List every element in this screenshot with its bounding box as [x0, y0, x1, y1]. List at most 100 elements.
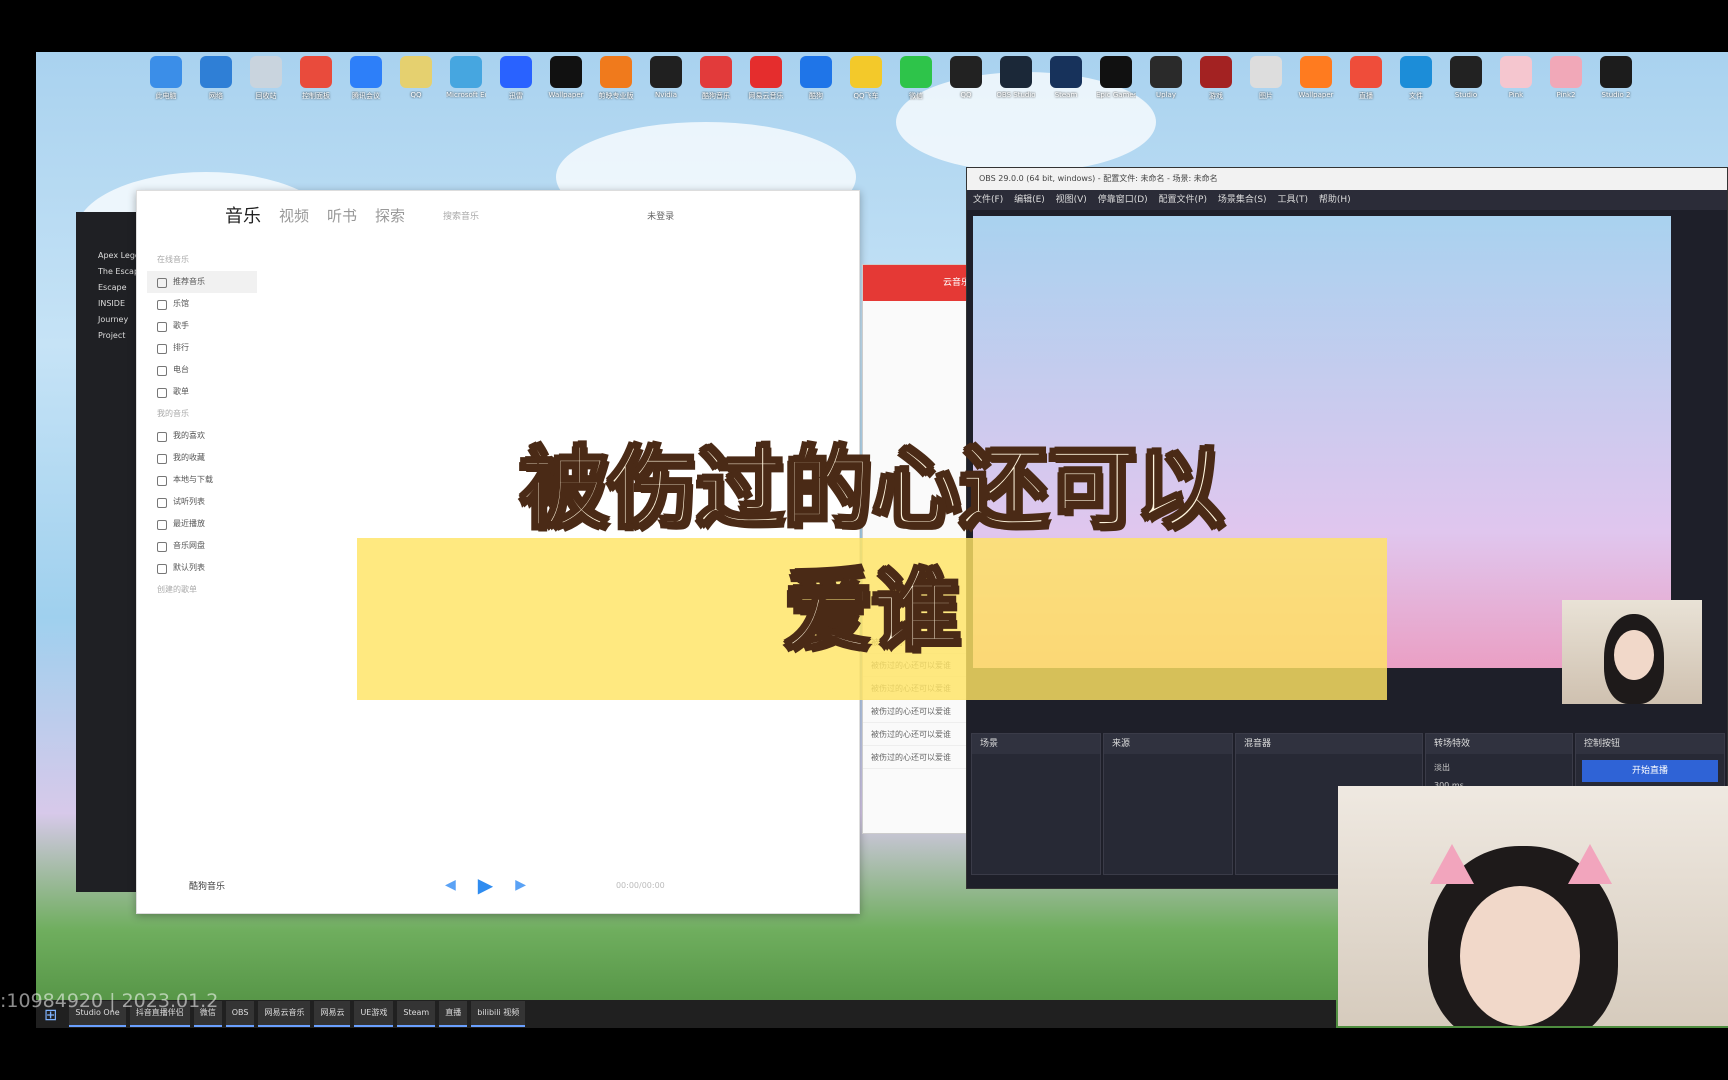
sidebar-item[interactable]: 默认列表	[147, 557, 257, 579]
start-streaming-button[interactable]: 开始直播	[1582, 760, 1718, 782]
desktop-shortcut[interactable]: Epic Games Launcher	[1096, 56, 1136, 101]
dock-title: 来源	[1104, 734, 1232, 754]
sidebar-section: 在线音乐	[157, 255, 189, 264]
menu-item[interactable]: 视图(V)	[1056, 195, 1098, 205]
taskbar-button[interactable]: 网易云	[314, 1001, 351, 1027]
desktop-shortcut[interactable]: Wallpaper	[1296, 56, 1336, 101]
menu-item[interactable]: 工具(T)	[1277, 195, 1318, 205]
desktop-shortcut[interactable]: Studio	[1446, 56, 1486, 101]
desktop-shortcut[interactable]: 微信	[896, 56, 936, 101]
desktop-shortcut[interactable]: 文件	[1396, 56, 1436, 101]
next-icon[interactable]: ▶	[515, 877, 526, 893]
user-name[interactable]: 未登录	[647, 209, 674, 222]
shortcut-label: Pink	[1508, 91, 1524, 99]
sidebar-item[interactable]: 我的喜欢	[147, 425, 257, 447]
desktop-shortcut[interactable]: Pink2	[1546, 56, 1586, 101]
taskbar-button[interactable]: Steam	[397, 1001, 436, 1027]
sidebar-item[interactable]: 本地与下载	[147, 469, 257, 491]
desktop-shortcut[interactable]: 直播	[1346, 56, 1386, 101]
app-icon	[350, 56, 382, 88]
app-icon	[1600, 56, 1632, 88]
desktop-shortcut[interactable]: Steam	[1046, 56, 1086, 101]
tab-video[interactable]: 视频	[279, 205, 309, 226]
shortcut-label: 文件	[1409, 92, 1423, 100]
sidebar-item[interactable]: 歌单	[147, 381, 257, 403]
taskbar-button[interactable]: UE游戏	[354, 1001, 394, 1027]
desktop-shortcut[interactable]: Wallpaper	[546, 56, 586, 101]
desktop-shortcut[interactable]: QQ	[946, 56, 986, 101]
shortcut-label: 酷狗	[809, 92, 823, 100]
tab-explore[interactable]: 探索	[375, 205, 405, 226]
desktop-shortcut[interactable]: OBS Studio	[996, 56, 1036, 101]
desktop-shortcut[interactable]: Pink	[1496, 56, 1536, 101]
shortcut-label: Pink2	[1556, 91, 1576, 99]
time-display: 00:00/00:00	[615, 880, 665, 890]
desktop-shortcut[interactable]: QQ飞车	[846, 56, 886, 101]
app-icon	[700, 56, 732, 88]
desktop-shortcut[interactable]: Uplay	[1146, 56, 1186, 101]
desktop-shortcut[interactable]: QQ	[396, 56, 436, 101]
app-icon	[1400, 56, 1432, 88]
menu-item[interactable]: 场景集合(S)	[1218, 195, 1278, 205]
desktop-shortcut[interactable]: 网易云音乐	[746, 56, 786, 101]
now-playing: 酷狗音乐	[189, 881, 226, 892]
sidebar-item[interactable]: 我的收藏	[147, 447, 257, 469]
sidebar-item[interactable]: 音乐网盘	[147, 535, 257, 557]
desktop-shortcut[interactable]: 网络	[196, 56, 236, 101]
taskbar-button[interactable]: 直播	[439, 1001, 468, 1027]
desktop-shortcut[interactable]: 回收站	[246, 56, 286, 101]
sidebar-item[interactable]: 最近播放	[147, 513, 257, 535]
tab-music[interactable]: 音乐	[225, 202, 261, 228]
desktop-shortcut[interactable]: Microsoft Edge	[446, 56, 486, 101]
menu-item[interactable]: 配置文件(P)	[1159, 195, 1218, 205]
taskbar-button[interactable]: bilibili 视频	[471, 1001, 526, 1027]
desktop-shortcut[interactable]: Studio 2	[1596, 56, 1636, 101]
app-icon	[1550, 56, 1582, 88]
music-topbar: 音乐 视频 听书 探索 搜索音乐 未登录	[137, 191, 859, 239]
sidebar-item[interactable]: 推荐音乐	[147, 271, 257, 293]
taskbar-button[interactable]: 网易云音乐	[258, 1001, 311, 1027]
menu-item[interactable]: 文件(F)	[973, 195, 1014, 205]
search-input[interactable]: 搜索音乐	[443, 209, 479, 222]
sidebar-item[interactable]: 排行	[147, 337, 257, 359]
shortcut-label: 图片	[1259, 92, 1273, 100]
desktop-shortcut[interactable]: 游戏	[1196, 56, 1236, 101]
desktop-shortcut[interactable]: 迅雷	[496, 56, 536, 101]
app-icon	[950, 56, 982, 88]
sidebar-item[interactable]: 歌手	[147, 315, 257, 337]
app-icon	[750, 56, 782, 88]
shortcut-label: 游戏	[1209, 92, 1223, 100]
desktop-shortcut[interactable]: 酷狗	[796, 56, 836, 101]
desktop-shortcut[interactable]: 此电脑	[146, 56, 186, 101]
app-icon	[250, 56, 282, 88]
menu-item[interactable]: 停靠窗口(D)	[1098, 195, 1159, 205]
desktop-shortcut[interactable]: Nvidia	[646, 56, 686, 101]
song-cell: 被伤过的心还可以爱谁	[871, 706, 951, 716]
menu-item[interactable]: 编辑(E)	[1014, 195, 1056, 205]
desktop-shortcut[interactable]: 剪映专业版	[596, 56, 636, 101]
sidebar-section: 创建的歌单	[157, 585, 197, 594]
desktop-shortcut[interactable]: 酷狗音乐	[696, 56, 736, 101]
shortcut-label: 此电脑	[155, 92, 177, 100]
app-icon	[1300, 56, 1332, 88]
sidebar-item[interactable]: 电台	[147, 359, 257, 381]
previous-icon[interactable]: ◀	[445, 877, 456, 893]
song-cell: 被伤过的心还可以爱谁	[871, 752, 951, 762]
desktop-shortcut[interactable]: 控制面板	[296, 56, 336, 101]
sidebar-item[interactable]: 试听列表	[147, 491, 257, 513]
desktop-shortcut[interactable]: 腾讯会议	[346, 56, 386, 101]
tab-audiobook[interactable]: 听书	[327, 205, 357, 226]
transition-select[interactable]: 淡出	[1434, 762, 1564, 773]
desktop-shortcut[interactable]: 图片	[1246, 56, 1286, 101]
taskbar: ⊞ Studio One 抖音直播伴侣 微信 OBS 网易云音乐 网易云 UE游戏 Steam 直…	[36, 1000, 1336, 1028]
play-icon[interactable]: ▶	[478, 873, 493, 897]
shortcut-label: 回收站	[255, 92, 277, 100]
app-icon	[150, 56, 182, 88]
app-icon	[200, 56, 232, 88]
cat-ear-right	[1568, 844, 1612, 884]
shortcut-label: Uplay	[1156, 91, 1176, 99]
sidebar-item[interactable]: 乐馆	[147, 293, 257, 315]
obs-title: OBS 29.0.0 (64 bit, windows) - 配置文件: 未命名…	[967, 168, 1727, 190]
taskbar-button[interactable]: OBS	[225, 1001, 255, 1027]
menu-item[interactable]: 帮助(H)	[1319, 195, 1351, 205]
